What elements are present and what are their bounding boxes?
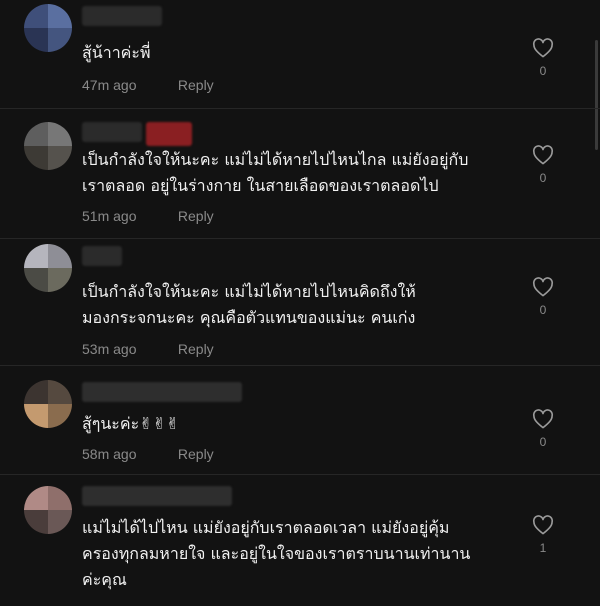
username-redacted[interactable] [82, 382, 242, 402]
comment-text: เป็นกำลังใจให้นะคะ แม่ไม่ได้หายไปไหนไกล … [82, 150, 469, 195]
like-button[interactable]: 0 [528, 38, 558, 78]
reply-button[interactable]: Reply [178, 341, 214, 357]
like-count: 0 [539, 171, 547, 185]
comment-text: สู้น้าาค่ะพี่ [82, 43, 151, 62]
avatar[interactable] [24, 122, 72, 170]
username-redacted[interactable] [146, 122, 192, 146]
comment-text: เป็นกำลังใจให้นะคะ แม่ไม่ได้หายไปไหนคิดถ… [82, 282, 416, 327]
avatar[interactable] [24, 380, 72, 428]
comment-meta: 58m ago Reply [82, 446, 214, 462]
username-redacted[interactable] [82, 486, 232, 506]
divider [0, 474, 600, 475]
like-count: 1 [539, 541, 547, 555]
comment-timestamp: 58m ago [82, 446, 137, 462]
like-button[interactable]: 0 [528, 145, 558, 185]
heart-outline-icon[interactable] [532, 515, 554, 535]
avatar[interactable] [24, 244, 72, 292]
comment-timestamp: 51m ago [82, 208, 137, 224]
heart-outline-icon[interactable] [532, 38, 554, 58]
comment-meta: 53m ago Reply [82, 341, 214, 357]
like-button[interactable]: 1 [528, 515, 558, 555]
reply-button[interactable]: Reply [178, 208, 214, 224]
comment-meta: 47m ago Reply [82, 77, 214, 93]
avatar[interactable] [24, 486, 72, 534]
comment-timestamp: 53m ago [82, 341, 137, 357]
reply-button[interactable]: Reply [178, 446, 214, 462]
avatar[interactable] [24, 4, 72, 52]
comment-timestamp: 47m ago [82, 77, 137, 93]
comment-text: แม่ไม่ได้ไปไหน แม่ยังอยู่กับเราตลอดเวลา … [82, 518, 471, 589]
like-button[interactable]: 0 [528, 277, 558, 317]
reply-button[interactable]: Reply [178, 77, 214, 93]
heart-outline-icon[interactable] [532, 145, 554, 165]
heart-outline-icon[interactable] [532, 409, 554, 429]
like-count: 0 [539, 435, 547, 449]
username-redacted[interactable] [82, 122, 142, 142]
divider [0, 108, 600, 109]
comment-text: สู้ๆนะค่ะ✌✌✌ [82, 414, 180, 433]
divider [0, 365, 600, 366]
comment-meta: 51m ago Reply [82, 208, 214, 224]
divider [0, 238, 600, 239]
like-count: 0 [539, 303, 547, 317]
like-count: 0 [539, 64, 547, 78]
username-redacted[interactable] [82, 246, 122, 266]
heart-outline-icon[interactable] [532, 277, 554, 297]
username-redacted[interactable] [82, 6, 162, 26]
like-button[interactable]: 0 [528, 409, 558, 449]
scrollbar[interactable] [595, 40, 598, 150]
